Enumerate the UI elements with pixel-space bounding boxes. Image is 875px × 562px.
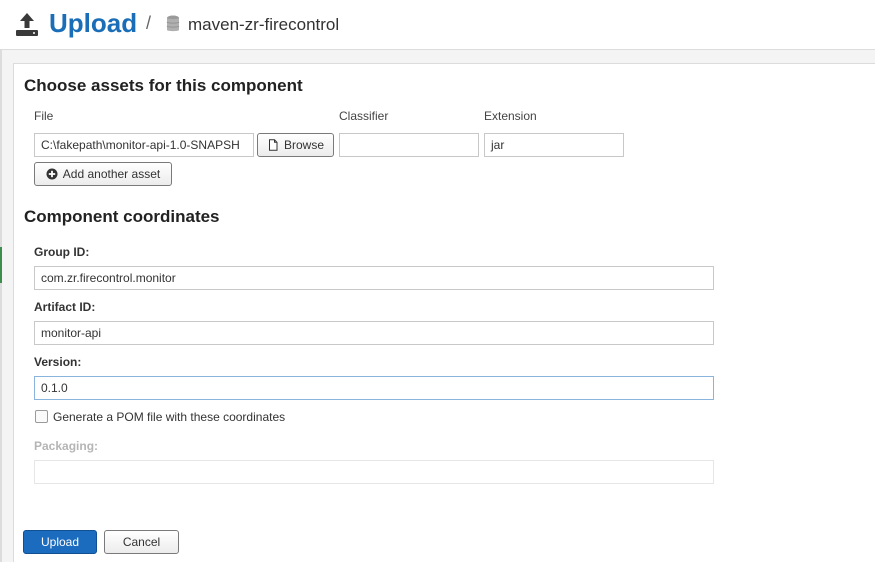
generate-pom-checkbox[interactable]	[35, 410, 48, 423]
file-icon	[268, 139, 278, 151]
classifier-input[interactable]	[339, 133, 479, 157]
version-label: Version:	[34, 355, 82, 369]
file-path-input[interactable]: C:\fakepath\monitor-api-1.0-SNAPSH	[34, 133, 254, 157]
packaging-label: Packaging:	[34, 439, 99, 453]
classifier-column-label: Classifier	[339, 109, 389, 123]
page-title: Upload	[49, 8, 138, 38]
browse-button[interactable]: Browse	[257, 133, 334, 157]
packaging-input[interactable]	[34, 460, 714, 484]
upload-icon	[16, 13, 38, 36]
add-another-asset-label: Add another asset	[62, 167, 161, 181]
cancel-button[interactable]: Cancel	[104, 530, 179, 554]
file-column-label: File	[34, 109, 54, 123]
database-icon	[166, 15, 180, 32]
group-id-input[interactable]: com.zr.firecontrol.monitor	[34, 266, 714, 290]
browse-label: Browse	[283, 138, 324, 152]
left-edge	[0, 50, 2, 562]
assets-heading: Choose assets for this component	[24, 76, 303, 95]
extension-input[interactable]: jar	[484, 133, 624, 157]
artifact-id-label: Artifact ID:	[34, 300, 96, 314]
left-edge-accent	[0, 247, 2, 283]
upload-button[interactable]: Upload	[23, 530, 97, 554]
cancel-button-label: Cancel	[122, 535, 161, 549]
group-id-label: Group ID:	[34, 245, 90, 259]
breadcrumb-repository[interactable]: maven-zr-firecontrol	[188, 14, 339, 36]
generate-pom-label[interactable]: Generate a POM file with these coordinat…	[53, 409, 285, 425]
extension-column-label: Extension	[484, 109, 537, 123]
page-header: Upload / maven-zr-firecontrol	[0, 0, 875, 50]
upload-form-panel: Choose assets for this component File Cl…	[13, 63, 875, 562]
upload-button-label: Upload	[40, 535, 80, 549]
add-another-asset-button[interactable]: Add another asset	[34, 162, 172, 186]
plus-circle-icon	[46, 168, 58, 180]
artifact-id-input[interactable]: monitor-api	[34, 321, 714, 345]
breadcrumb-separator: /	[146, 13, 152, 33]
coordinates-heading: Component coordinates	[24, 207, 220, 226]
version-input[interactable]: 0.1.0	[34, 376, 714, 400]
